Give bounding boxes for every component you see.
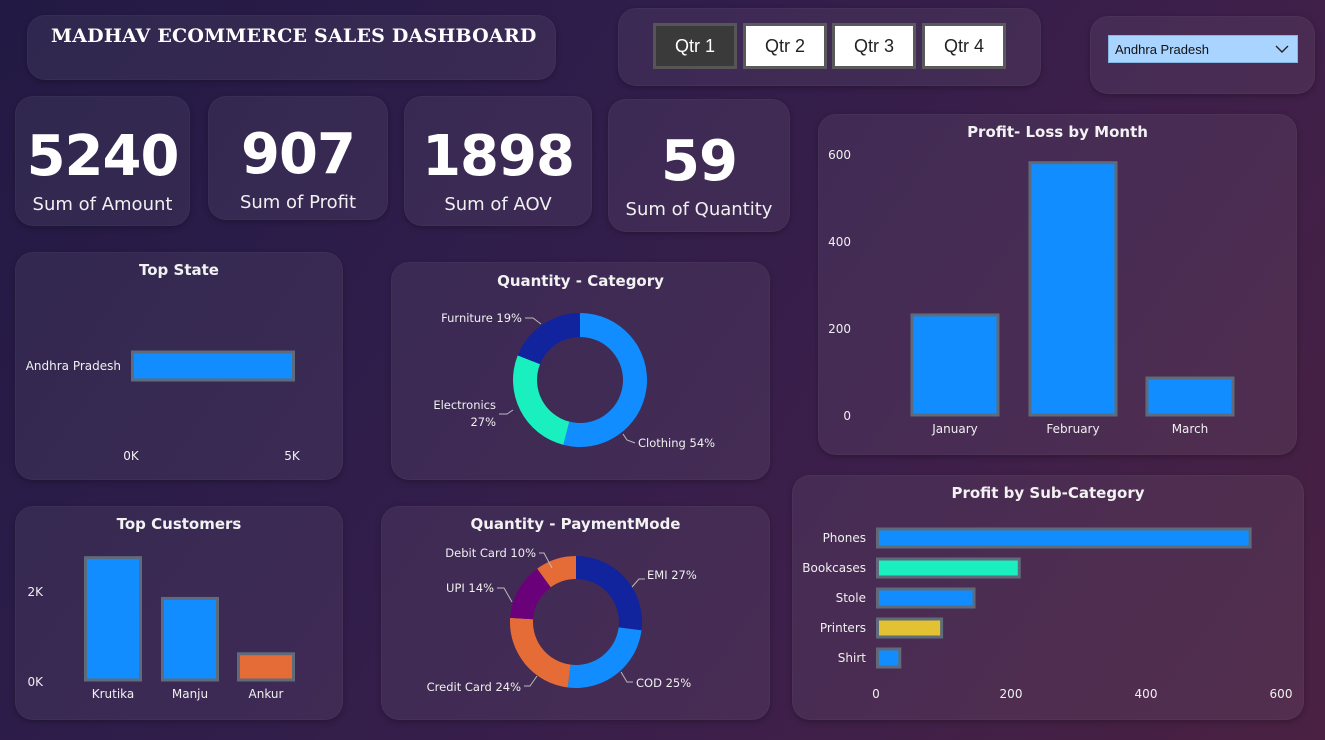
qtr4-button[interactable]: Qtr 4: [922, 23, 1006, 69]
x-tick-5k: 5K: [284, 449, 301, 463]
slice-label-credit-card-24: Credit Card 24%: [427, 680, 521, 694]
y-tick-400: 400: [828, 235, 851, 249]
bar-andhra-pradesh: [131, 350, 295, 382]
category-label-krutika: Krutika: [92, 687, 135, 701]
slice-label-cod-25: COD 25%: [636, 676, 691, 690]
top-state-chart: Andhra Pradesh 0K 5K: [26, 350, 301, 463]
quantity-paymentmode-chart: EMI 27% COD 25% Credit Card 24% UPI 14% Debi…: [427, 546, 697, 694]
leader-line-electronics: [499, 409, 514, 415]
profit-subcategory-chart: Phones Bookcases Stole Printers Shirt 0 200 400…: [802, 527, 1293, 701]
bar-printers: [876, 617, 944, 639]
bar-march: [1145, 376, 1235, 417]
category-label-bookcases: Bookcases: [802, 561, 866, 575]
category-label-january: January: [931, 422, 978, 436]
slice-furniture-19: [517, 313, 580, 365]
kpi-profit-label: Sum of Profit: [239, 192, 357, 213]
x-tick-600: 600: [1270, 687, 1293, 701]
y-tick-0: 0: [843, 409, 851, 423]
chevron-down-icon: [1275, 45, 1289, 53]
slice-label-upi-14: UPI 14%: [446, 581, 494, 595]
bar-stole: [876, 587, 976, 609]
kpi-quantity-card: 59 Sum of Quantity: [608, 99, 790, 232]
state-dropdown[interactable]: Andhra Pradesh: [1108, 35, 1298, 63]
qtr2-button[interactable]: Qtr 2: [743, 23, 827, 69]
y-tick-2k: 2K: [27, 585, 44, 599]
leader-line-upi-14: [497, 587, 513, 603]
profit-month-card: Profit- Loss by Month 0 200 400 600 January F…: [818, 114, 1297, 455]
slice-label-clothing: Clothing 54%: [638, 436, 715, 450]
leader-line-clothing: [622, 433, 636, 444]
bar-shirt: [876, 647, 902, 669]
bar-phones: [876, 527, 1252, 549]
quantity-category-chart: Electronics 27% Clothing 54% Furniture 19%: [433, 311, 715, 450]
bar-krutika: [84, 556, 142, 682]
leader-line-furniture: [525, 317, 542, 325]
quarter-slicer: Qtr 1 Qtr 2 Qtr 3 Qtr 4: [618, 8, 1041, 86]
slice-label-emi-27: EMI 27%: [647, 568, 697, 582]
qtr3-button[interactable]: Qtr 3: [832, 23, 916, 69]
category-label-shirt: Shirt: [838, 651, 866, 665]
slice-cod-25: [567, 627, 642, 688]
state-dropdown-value: Andhra Pradesh: [1115, 41, 1209, 57]
x-tick-400: 400: [1135, 687, 1158, 701]
slice-electronics-27: [513, 355, 570, 445]
bar-january: [910, 313, 1000, 417]
top-state-card: Top State Andhra Pradesh 0K 5K: [15, 252, 343, 480]
kpi-profit-value: 907: [241, 122, 356, 187]
state-filter-card: Andhra Pradesh: [1090, 16, 1315, 94]
top-customers-card: Top Customers Krutika Manju Ankur 2K 0K: [15, 506, 343, 720]
leader-line-cod-25: [620, 671, 633, 683]
slice-credit-card-24: [510, 617, 571, 688]
qtr1-button[interactable]: Qtr 1: [653, 23, 737, 69]
category-label-andhra-pradesh: Andhra Pradesh: [26, 359, 121, 373]
kpi-amount-value: 5240: [26, 124, 180, 189]
y-tick-600: 600: [828, 148, 851, 162]
kpi-quantity-label: Sum of Quantity: [625, 199, 773, 220]
bar-february: [1028, 161, 1118, 417]
profit-subcategory-card: Profit by Sub-Category Phones Bookcases St…: [792, 475, 1304, 720]
slice-label-electronics-line1: Electronics: [433, 398, 496, 412]
leader-line-credit-card-24: [524, 675, 538, 687]
slice-label-electronics-line2: 27%: [470, 415, 496, 429]
leader-line-emi-27: [631, 578, 645, 588]
quantity-category-card: Quantity - Category Electronics 27% Clothi…: [391, 262, 770, 480]
x-tick-200: 200: [1000, 687, 1023, 701]
kpi-aov-label: Sum of AOV: [444, 194, 552, 215]
kpi-aov-value: 1898: [422, 124, 575, 189]
bar-ankur: [237, 652, 295, 682]
category-label-stole: Stole: [836, 591, 866, 605]
category-label-march: March: [1172, 422, 1209, 436]
y-tick-200: 200: [828, 322, 851, 336]
bar-bookcases: [876, 557, 1021, 579]
kpi-amount-card: 5240 Sum of Amount: [15, 96, 190, 226]
category-label-manju: Manju: [172, 687, 208, 701]
kpi-quantity-value: 59: [661, 129, 738, 194]
category-label-february: February: [1046, 422, 1099, 436]
slice-emi-27: [576, 556, 642, 631]
dashboard-title: MADHAV ECOMMERCE SALES DASHBOARD: [51, 25, 537, 47]
slice-label-debit-card-10: Debit Card 10%: [445, 546, 536, 560]
kpi-amount-label: Sum of Amount: [32, 194, 173, 215]
profit-month-chart: 0 200 400 600 January February March: [828, 148, 1235, 436]
x-tick-0: 0: [872, 687, 880, 701]
kpi-aov-card: 1898 Sum of AOV: [404, 96, 592, 226]
top-customers-chart: Krutika Manju Ankur 2K 0K: [27, 556, 295, 701]
kpi-profit-card: 907 Sum of Profit: [208, 96, 388, 220]
x-tick-0k: 0K: [123, 449, 140, 463]
title-card: MADHAV ECOMMERCE SALES DASHBOARD: [27, 15, 556, 80]
quantity-paymentmode-card: Quantity - PaymentMode EMI 27% COD 25% Cre…: [381, 506, 770, 720]
category-label-printers: Printers: [820, 621, 866, 635]
bar-manju: [161, 596, 219, 682]
category-label-phones: Phones: [823, 531, 866, 545]
slice-label-furniture: Furniture 19%: [441, 311, 522, 325]
category-label-ankur: Ankur: [249, 687, 284, 701]
y-tick-0k: 0K: [27, 675, 44, 689]
